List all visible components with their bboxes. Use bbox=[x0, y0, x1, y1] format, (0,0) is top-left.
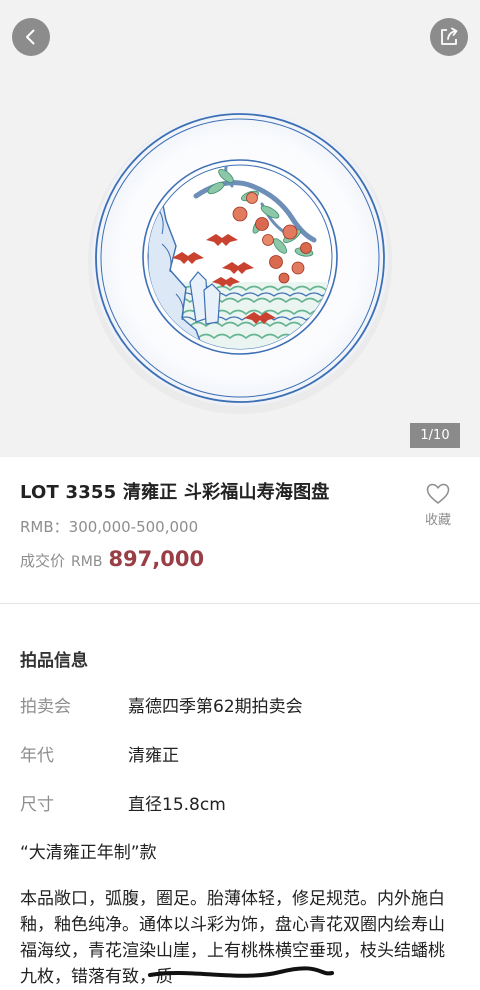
lot-title: LOT 3355 清雍正 斗彩福山寿海图盘 bbox=[20, 482, 330, 503]
info-key: 尺寸 bbox=[20, 795, 54, 815]
estimate-range: RMB：300,000-500,000 bbox=[20, 518, 199, 536]
chevron-left-icon bbox=[26, 29, 35, 45]
lot-summary: LOT 3355 清雍正 斗彩福山寿海图盘 RMB：300,000-500,00… bbox=[20, 478, 410, 571]
info-row-auction: 拍卖会 嘉德四季第62期拍卖会 bbox=[20, 692, 460, 717]
deal-price-label: 成交价 bbox=[20, 552, 66, 570]
deal-price-row: 成交价 RMB 897,000 bbox=[20, 547, 410, 571]
favorite-button[interactable]: 收藏 bbox=[418, 482, 458, 528]
reign-mark: “大清雍正年制”款 bbox=[20, 843, 157, 863]
info-row-size: 尺寸 直径15.8cm bbox=[20, 790, 460, 815]
share-button[interactable] bbox=[430, 18, 468, 56]
info-value: 嘉德四季第62期拍卖会 bbox=[128, 697, 303, 717]
favorite-label: 收藏 bbox=[424, 513, 451, 528]
image-counter: 1/10 bbox=[410, 423, 460, 448]
info-value: 清雍正 bbox=[128, 746, 179, 766]
porcelain-plate-image bbox=[88, 110, 392, 414]
deal-currency: RMB bbox=[71, 554, 103, 570]
share-icon bbox=[441, 27, 458, 45]
back-button[interactable] bbox=[12, 18, 50, 56]
deal-price-value: 897,000 bbox=[108, 547, 205, 571]
info-section-title: 拍品信息 bbox=[20, 651, 88, 671]
info-value: 直径15.8cm bbox=[128, 795, 226, 815]
info-key: 年代 bbox=[20, 746, 54, 766]
heart-outline-icon bbox=[426, 483, 450, 504]
section-divider bbox=[0, 603, 480, 604]
info-key: 拍卖会 bbox=[20, 697, 71, 717]
image-gallery[interactable]: 1/10 bbox=[0, 0, 480, 457]
lot-description: 本品敞口，弧腹，圈足。胎薄体轻，修足规范。内外施白釉，釉色纯净。通体以斗彩为饰，… bbox=[20, 889, 445, 987]
info-row-era: 年代 清雍正 bbox=[20, 741, 460, 766]
